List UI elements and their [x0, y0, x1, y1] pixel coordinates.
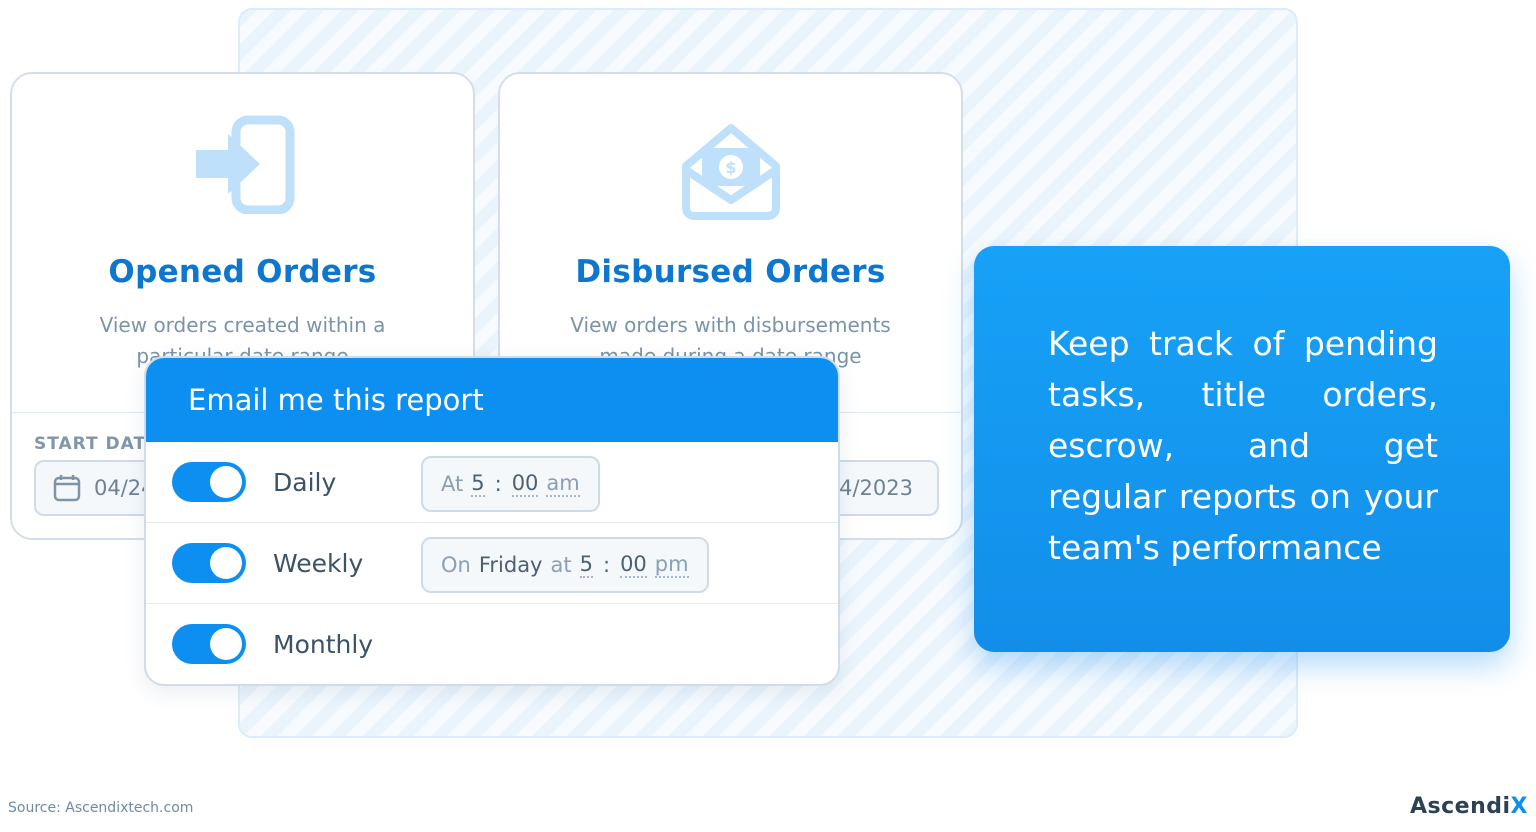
weekly-time-input[interactable]: On Friday at 5 : 00 pm: [421, 537, 709, 593]
daily-toggle[interactable]: [172, 462, 246, 502]
monthly-toggle[interactable]: [172, 624, 246, 664]
minute-value[interactable]: 00: [511, 471, 539, 497]
daily-row: Daily At 5 : 00 am: [146, 442, 838, 523]
calendar-icon: [53, 475, 81, 502]
card-title: Opened Orders: [108, 254, 377, 290]
day-value[interactable]: Friday: [479, 553, 543, 577]
email-panel-title: Email me this report: [146, 358, 838, 442]
time-separator: :: [494, 472, 502, 496]
callout-text: Keep track of pending tasks, title order…: [1048, 324, 1438, 567]
email-report-panel: Email me this report Daily At 5 : 00 am …: [144, 356, 840, 686]
source-note: Source: Ascendixtech.com: [8, 800, 194, 816]
brand-accent: X: [1510, 794, 1528, 819]
time-separator: :: [602, 553, 611, 577]
weekly-label: Weekly: [273, 549, 364, 578]
monthly-label: Monthly: [273, 630, 374, 659]
callout-box: Keep track of pending tasks, title order…: [974, 246, 1510, 652]
svg-text:$: $: [725, 158, 736, 177]
hour-value[interactable]: 5: [579, 552, 593, 578]
start-date-label: START DATE: [34, 434, 159, 454]
weekly-toggle[interactable]: [172, 543, 246, 583]
weekly-row: Weekly On Friday at 5 : 00 pm: [146, 523, 838, 604]
monthly-row: Monthly: [146, 604, 838, 684]
sign-in-arrow-icon: [188, 114, 298, 218]
minute-value[interactable]: 00: [620, 552, 647, 578]
daily-time-input[interactable]: At 5 : 00 am: [421, 456, 600, 512]
money-envelope-icon: $: [676, 114, 786, 228]
brand-main: Ascendi: [1409, 794, 1511, 819]
brand-logo: AscendiX: [1410, 794, 1528, 819]
hour-value[interactable]: 5: [471, 471, 485, 497]
period-value[interactable]: pm: [654, 552, 689, 578]
period-value[interactable]: am: [546, 471, 580, 497]
card-title: Disbursed Orders: [575, 254, 886, 290]
daily-label: Daily: [273, 468, 337, 497]
at-label: at: [550, 553, 572, 577]
on-label: On: [441, 553, 471, 577]
at-label: At: [441, 472, 464, 496]
